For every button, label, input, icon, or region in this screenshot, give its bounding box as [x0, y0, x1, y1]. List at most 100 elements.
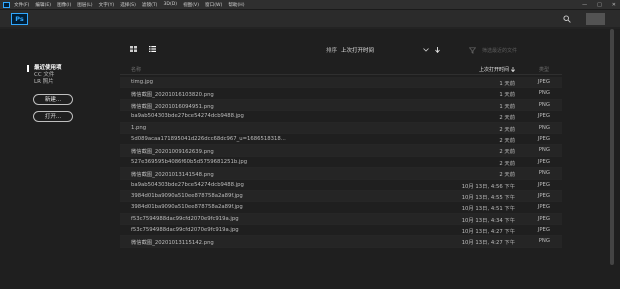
filter-icon [469, 47, 476, 54]
menu-file[interactable]: 文件(F) [14, 2, 29, 8]
file-type: JPEG [537, 113, 550, 120]
file-row[interactable]: f53c7594988dac99cfd2070e9fc919a.jpg 10月 1… [120, 213, 562, 226]
menu-window[interactable]: 窗口(W) [205, 2, 222, 8]
file-name: f53c7594988dac99cfd2070e9fc919a.jpg [131, 215, 239, 222]
file-type: PNG [538, 101, 550, 108]
home-screen: 最近使用项 CC 文件 LR 照片 新建... 打开... 排序 上次打开时间 [0, 29, 620, 289]
close-button[interactable]: ✕ [612, 2, 616, 8]
file-type: JPEG [537, 181, 550, 188]
sort-select[interactable]: 上次打开时间 [341, 46, 423, 54]
file-type: JPEG [537, 215, 550, 222]
ps-app-icon [3, 1, 10, 8]
sidebar-item-lr-photos[interactable]: LR 照片 [27, 79, 107, 86]
file-row[interactable]: f53c7594988dac99cfd2070e9fc919a.jpg 10月 1… [120, 225, 562, 237]
maximize-button[interactable]: □ [597, 2, 602, 8]
file-type: JPEG [537, 158, 550, 165]
sidebar: 最近使用项 CC 文件 LR 照片 新建... 打开... [27, 65, 107, 122]
file-name: 527e369595b4086f60b5d5759681251b.jpg [131, 158, 248, 165]
menu-type[interactable]: 文字(Y) [99, 2, 115, 8]
file-type: PNG [538, 147, 550, 154]
file-name: 微信截图_20201016103820.png [131, 92, 214, 99]
file-row[interactable]: ba9ab504303bde27bce54274dcb9488.jpg 2 天前 J… [120, 111, 562, 123]
menu-select[interactable]: 选择(S) [120, 2, 136, 8]
column-header-name[interactable]: 名称 [131, 66, 141, 73]
menu-image[interactable]: 图像(I) [57, 2, 71, 8]
sort-label: 排序 [326, 48, 338, 54]
file-name: ba9ab504303bde27bce54274dcb9488.jpg [131, 181, 244, 188]
list-view-icon[interactable] [149, 46, 156, 52]
file-row[interactable]: 微信截图_20201009162639.png 2 天前 PNG [120, 145, 562, 157]
sort-dropdown[interactable] [423, 48, 429, 52]
column-header-type[interactable]: 类型 [539, 66, 549, 73]
file-row[interactable]: 3984d01ba9090a510ee878758a2a89f.jpg 10月 1… [120, 190, 562, 203]
filter-box [469, 45, 550, 56]
file-name: f53c7594988dac99cfd2070e9fc919a.jpg [131, 227, 239, 234]
file-row[interactable]: 微信截图_20201013141548.png 2 天前 PNG [120, 168, 562, 180]
table-header: 名称 上次打开时间 类型 [120, 64, 562, 75]
recent-files-list: timg.jpg 1 天前 JPEG 微信截图_20201016103820.png… [120, 77, 562, 248]
menu-view[interactable]: 视图(V) [183, 2, 199, 8]
grid-view-icon[interactable] [130, 46, 137, 52]
file-date: 2 天前 [499, 137, 515, 144]
menu-help[interactable]: 帮助(H) [228, 2, 244, 8]
file-row[interactable]: 5d089acaa171895041d226dcc68dc967_u=16865… [120, 134, 562, 146]
new-button[interactable]: 新建... [33, 94, 73, 105]
search-icon [563, 15, 571, 23]
scrollbar[interactable] [610, 29, 614, 286]
file-type: JPEG [537, 79, 550, 85]
file-date: 2 天前 [499, 126, 515, 133]
menu-layer[interactable]: 图层(L) [77, 2, 92, 8]
file-row[interactable]: 527e369595b4086f60b5d5759681251b.jpg 2 天前… [120, 157, 562, 169]
file-name: 微信截图_20201016094951.png [131, 103, 214, 110]
search-button[interactable] [560, 14, 574, 24]
file-name: 5d089acaa171895041d226dcc68dc967_u=16865… [131, 135, 286, 142]
menu-filter[interactable]: 滤镜(T) [142, 2, 158, 8]
file-row[interactable]: ba9ab504303bde27bce54274dcb9488.jpg 10月 1… [120, 180, 562, 191]
arrow-down-icon [435, 47, 440, 53]
menu-3d[interactable]: 3D(D) [163, 2, 177, 8]
file-type: PNG [538, 90, 550, 97]
file-row[interactable]: 微信截图_20201013115142.png 10月 13日, 4:27 下午 P… [120, 236, 562, 248]
minimize-button[interactable]: — [582, 2, 587, 8]
window-controls: — □ ✕ [572, 0, 616, 9]
open-button[interactable]: 打开... [33, 111, 73, 122]
user-avatar[interactable] [586, 13, 605, 25]
menu-bar: 文件(F) 编辑(E) 图像(I) 图层(L) 文字(Y) 选择(S) 滤镜(T… [14, 2, 251, 8]
sidebar-item-recent[interactable]: 最近使用项 [27, 65, 107, 72]
file-date: 2 天前 [499, 115, 515, 122]
file-date: 10月 13日, 4:56 下午 [461, 183, 515, 190]
file-name: ba9ab504303bde27bce54274dcb9488.jpg [131, 113, 244, 120]
file-type: PNG [538, 238, 550, 245]
file-name: 微信截图_20201013115142.png [131, 240, 214, 247]
chevron-down-icon [423, 48, 429, 52]
file-date: 2 天前 [499, 172, 515, 179]
file-name: 3984d01ba9090a510ee878758a2a89f.jpg [131, 192, 243, 199]
file-date: 10月 13日, 4:34 下午 [461, 217, 515, 224]
sort-direction-button[interactable] [435, 47, 440, 53]
file-date: 1 天前 [499, 103, 515, 110]
file-row[interactable]: 微信截图_20201016094951.png 1 天前 PNG [120, 99, 562, 112]
file-type: PNG [538, 170, 550, 177]
file-type: JPEG [537, 135, 550, 142]
column-header-date[interactable]: 上次打开时间 [479, 66, 515, 73]
file-type: PNG [538, 124, 550, 131]
file-date: 10月 13日, 4:27 下午 [461, 229, 515, 236]
file-type: JPEG [537, 192, 550, 199]
ps-logo[interactable]: Ps [11, 13, 28, 25]
file-date: 10月 13日, 4:55 下午 [461, 194, 515, 201]
menu-edit[interactable]: 编辑(E) [35, 2, 51, 8]
file-row[interactable]: timg.jpg 1 天前 JPEG [120, 77, 562, 89]
app-bar: Ps [0, 10, 620, 27]
file-row[interactable]: 3984d01ba9090a510ee878758a2a89f.jpg 10月 1… [120, 202, 562, 214]
file-type: JPEG [537, 204, 550, 211]
file-date: 2 天前 [499, 149, 515, 156]
file-date: 10月 13日, 4:27 下午 [461, 240, 515, 247]
file-row[interactable]: 微信截图_20201016103820.png 1 天前 PNG [120, 88, 562, 100]
title-bar: 文件(F) 编辑(E) 图像(I) 图层(L) 文字(Y) 选择(S) 滤镜(T… [0, 0, 620, 10]
scrollbar-thumb[interactable] [610, 29, 614, 265]
file-name: 1.png [131, 124, 147, 131]
filter-input[interactable] [480, 45, 550, 56]
sidebar-item-cc-files[interactable]: CC 文件 [27, 72, 107, 79]
sort-arrow-icon [511, 67, 515, 72]
file-row[interactable]: 1.png 2 天前 PNG [120, 122, 562, 134]
